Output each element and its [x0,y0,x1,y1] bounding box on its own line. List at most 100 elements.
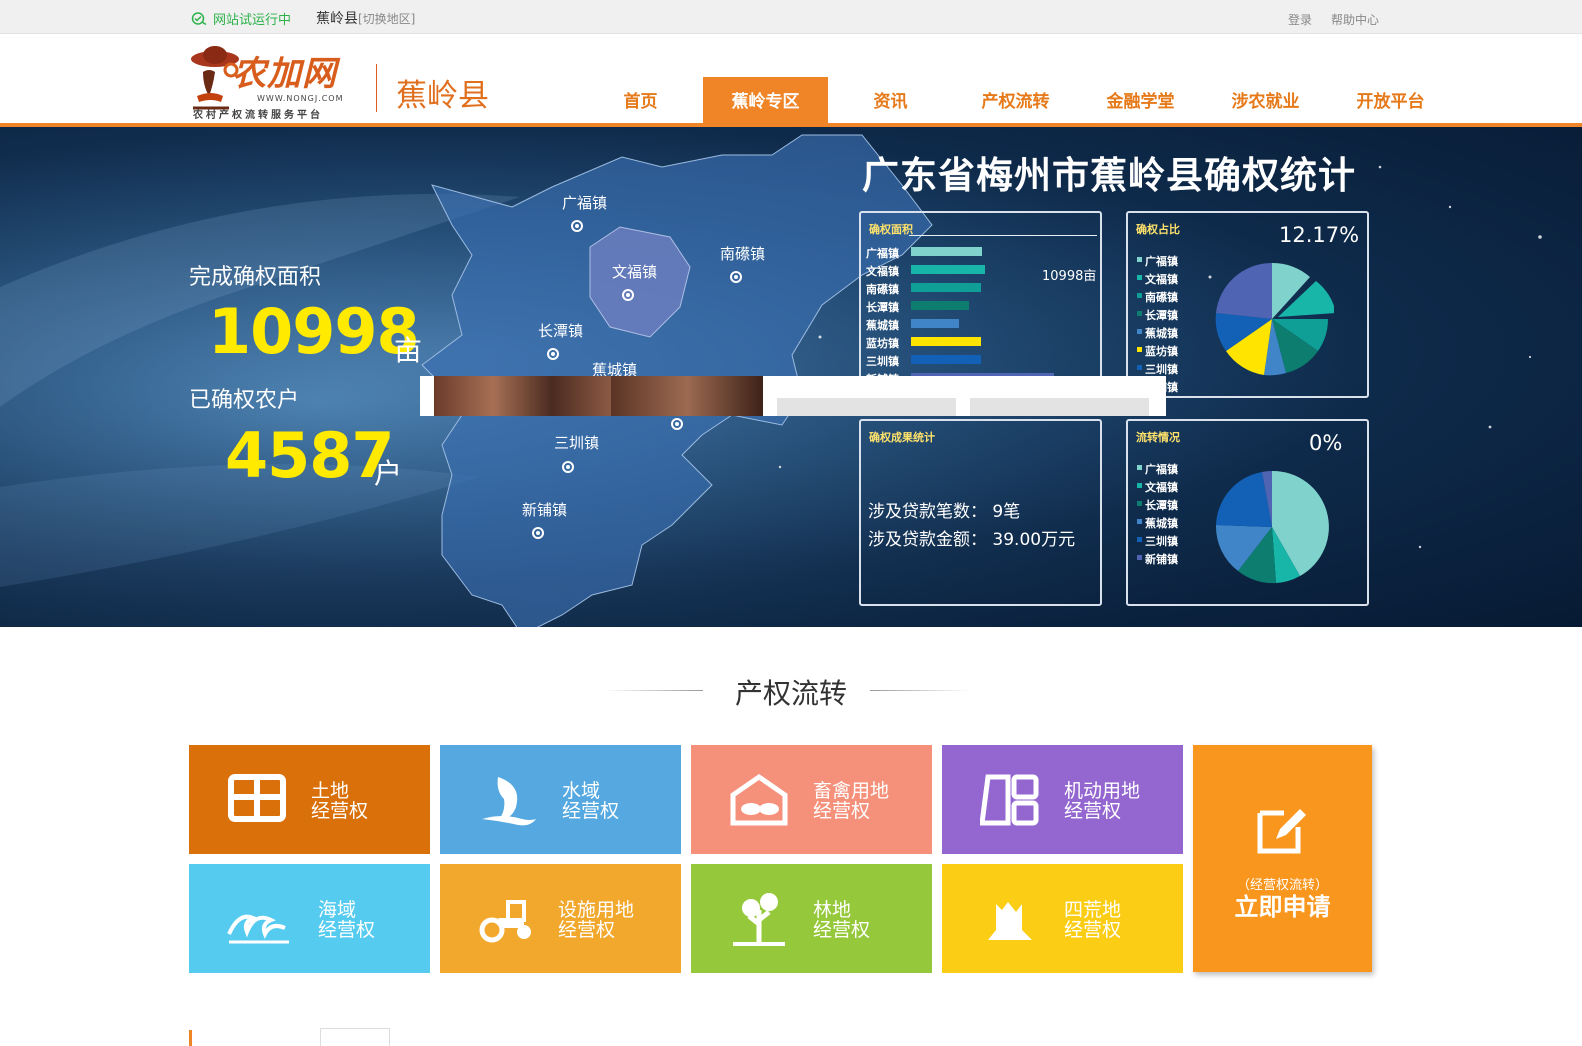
town-label-sanzhen[interactable]: 三圳镇 [554,432,599,453]
area-value: 10998 [208,295,420,368]
tile-title: 土地 [311,780,350,802]
legend-swatch [1137,537,1142,542]
legend-label: 广福镇 [1145,255,1178,268]
area-row-bar[interactable] [911,265,985,274]
property-tile[interactable]: 林地 经营权 [691,864,932,973]
section-title: 产权流转 [734,677,847,710]
legend-label: 文福镇 [1145,273,1178,286]
legend-label: 长潭镇 [1145,309,1178,322]
area-panel: 确权面积 广福镇文福镇南礤镇长潭镇蕉城镇蓝坊镇三圳镇新铺镇 10998亩 [859,211,1102,398]
nav-item[interactable]: 产权流转 [953,77,1078,124]
nav-item[interactable]: 金融学堂 [1078,77,1203,124]
brand-url: WWW.NONGJ.COM [257,94,344,103]
town-label-nanlei[interactable]: 南礤镇 [720,243,765,264]
town-label-changtan[interactable]: 长潭镇 [538,320,583,341]
loan-count-value: 9笔 [992,502,1021,522]
area-row-bar[interactable] [911,247,982,256]
area-panel-rule [909,235,1097,236]
site-logo[interactable]: 农加网 WWW.NONGJ.COM 农村产权流转服务平台 [189,42,367,122]
tile-subtitle: 经营权 [558,919,616,941]
brand-name: 农加网 [232,54,337,94]
area-value-label: 10998亩 [1042,269,1097,284]
area-row-bar[interactable] [911,355,981,364]
help-center-link[interactable]: 帮助中心 [1331,11,1379,28]
land-grid-icon [228,774,286,822]
transfer-pie-chart [1215,470,1329,584]
region-name: 蕉岭县 [396,78,489,114]
statistics-banner: 广福镇 文福镇 南礤镇 长潭镇 蕉城镇 三圳镇 新铺镇 完成确权面积 10998… [0,127,1582,627]
loan-amount-row: 涉及贷款金额： 39.00万元 [868,525,1075,550]
tile-subtitle: 经营权 [813,919,871,941]
legend-swatch [1137,275,1142,280]
area-panel-title: 确权面积 [869,223,913,236]
property-tile[interactable]: 机动用地 经营权 [942,745,1183,854]
nav-item[interactable]: 首页 [578,77,703,124]
ratio-panel-title: 确权占比 [1136,223,1180,236]
area-unit: 亩 [394,334,423,367]
legend-swatch [1137,465,1142,470]
area-row-bar[interactable] [911,283,981,292]
legend-label: 蓝坊镇 [1145,345,1178,358]
town-label-xinpu[interactable]: 新铺镇 [522,499,567,520]
legend-label: 新铺镇 [1145,553,1178,566]
section-title-line-right [870,690,970,691]
nav-item[interactable]: 蕉岭专区 [703,77,828,124]
legend-swatch [1137,257,1142,262]
tile-title: 设施用地 [558,899,635,921]
site-header: 农加网 WWW.NONGJ.COM 农村产权流转服务平台 蕉岭县 首页 蕉岭专区资… [0,34,1582,124]
tile-subtitle: 经营权 [1064,800,1122,822]
ratio-panel: 确权占比 12.17% 广福镇文福镇南礤镇长潭镇蕉城镇蓝坊镇三圳镇新铺镇 [1126,211,1369,398]
property-tile[interactable]: 畜禽用地 经营权 [691,745,932,854]
loan-amount-value: 39.00万元 [992,530,1076,550]
legend-swatch [1137,483,1142,488]
legend-label: 文福镇 [1145,481,1178,494]
trial-text: 网站试运行中 [213,13,292,28]
property-tile[interactable]: 设施用地 经营权 [440,864,681,973]
results-panel: 确权成果统计 涉及贷款笔数： 9笔 涉及贷款金额： 39.00万元 [859,419,1102,606]
legend-label: 长潭镇 [1145,499,1178,512]
main-nav: 首页 蕉岭专区 资讯 产权流转 金融学堂 涉农就业 开放平台 [578,77,1453,124]
tab-placeholder[interactable] [320,1028,390,1046]
property-tile[interactable]: 海域 经营权 [189,864,430,973]
tile-title: 四荒地 [1064,899,1122,921]
nav-item[interactable]: 资讯 [828,77,953,124]
area-row-bar[interactable] [911,319,959,328]
results-panel-title: 确权成果统计 [869,431,935,444]
legend-swatch [1137,329,1142,334]
tile-subtitle: 经营权 [318,919,376,941]
photo-thumbnail [434,376,611,416]
area-row-label: 广福镇 [866,247,899,260]
trial-notice: 网站试运行中 [191,9,291,28]
legend-label: 广福镇 [1145,463,1178,476]
ratio-pie-chart [1215,262,1334,376]
thumbnail-placeholder [970,398,1149,416]
area-row-label: 蓝坊镇 [866,337,899,350]
tile-subtitle: 经营权 [562,800,620,822]
running-status-icon [191,12,207,25]
area-row-label: 长潭镇 [866,301,899,314]
login-link[interactable]: 登录 [1288,11,1312,28]
tile-title: 水域 [562,780,601,802]
area-row-bar[interactable] [911,301,969,310]
switch-region-link[interactable]: [切换地区] [358,12,415,26]
property-tile[interactable]: 水域 经营权 [440,745,681,854]
ratio-percent: 12.17% [1279,223,1360,247]
area-label: 完成确权面积 [189,265,322,290]
county-name: 蕉岭县 [316,11,358,27]
households-label: 已确权农户 [189,388,300,413]
town-label-wenfu[interactable]: 文福镇 [612,261,657,282]
section-marker [189,1030,192,1046]
loan-amount-label: 涉及贷款金额： [868,530,987,550]
property-tile[interactable]: 土地 经营权 [189,745,430,854]
legend-label: 三圳镇 [1145,363,1178,376]
property-tile[interactable]: 四荒地 经营权 [942,864,1183,973]
apply-now-button[interactable]: （经营权流转） 立即申请 [1193,745,1372,972]
town-label-guangfu[interactable]: 广福镇 [562,192,607,213]
flexible-land-icon [980,774,1039,826]
nav-item[interactable]: 开放平台 [1328,77,1453,124]
sea-wave-icon [227,914,289,944]
apply-label: 立即申请 [1234,893,1331,921]
tile-title: 机动用地 [1064,780,1141,802]
nav-item[interactable]: 涉农就业 [1203,77,1328,124]
area-row-bar[interactable] [911,337,981,346]
